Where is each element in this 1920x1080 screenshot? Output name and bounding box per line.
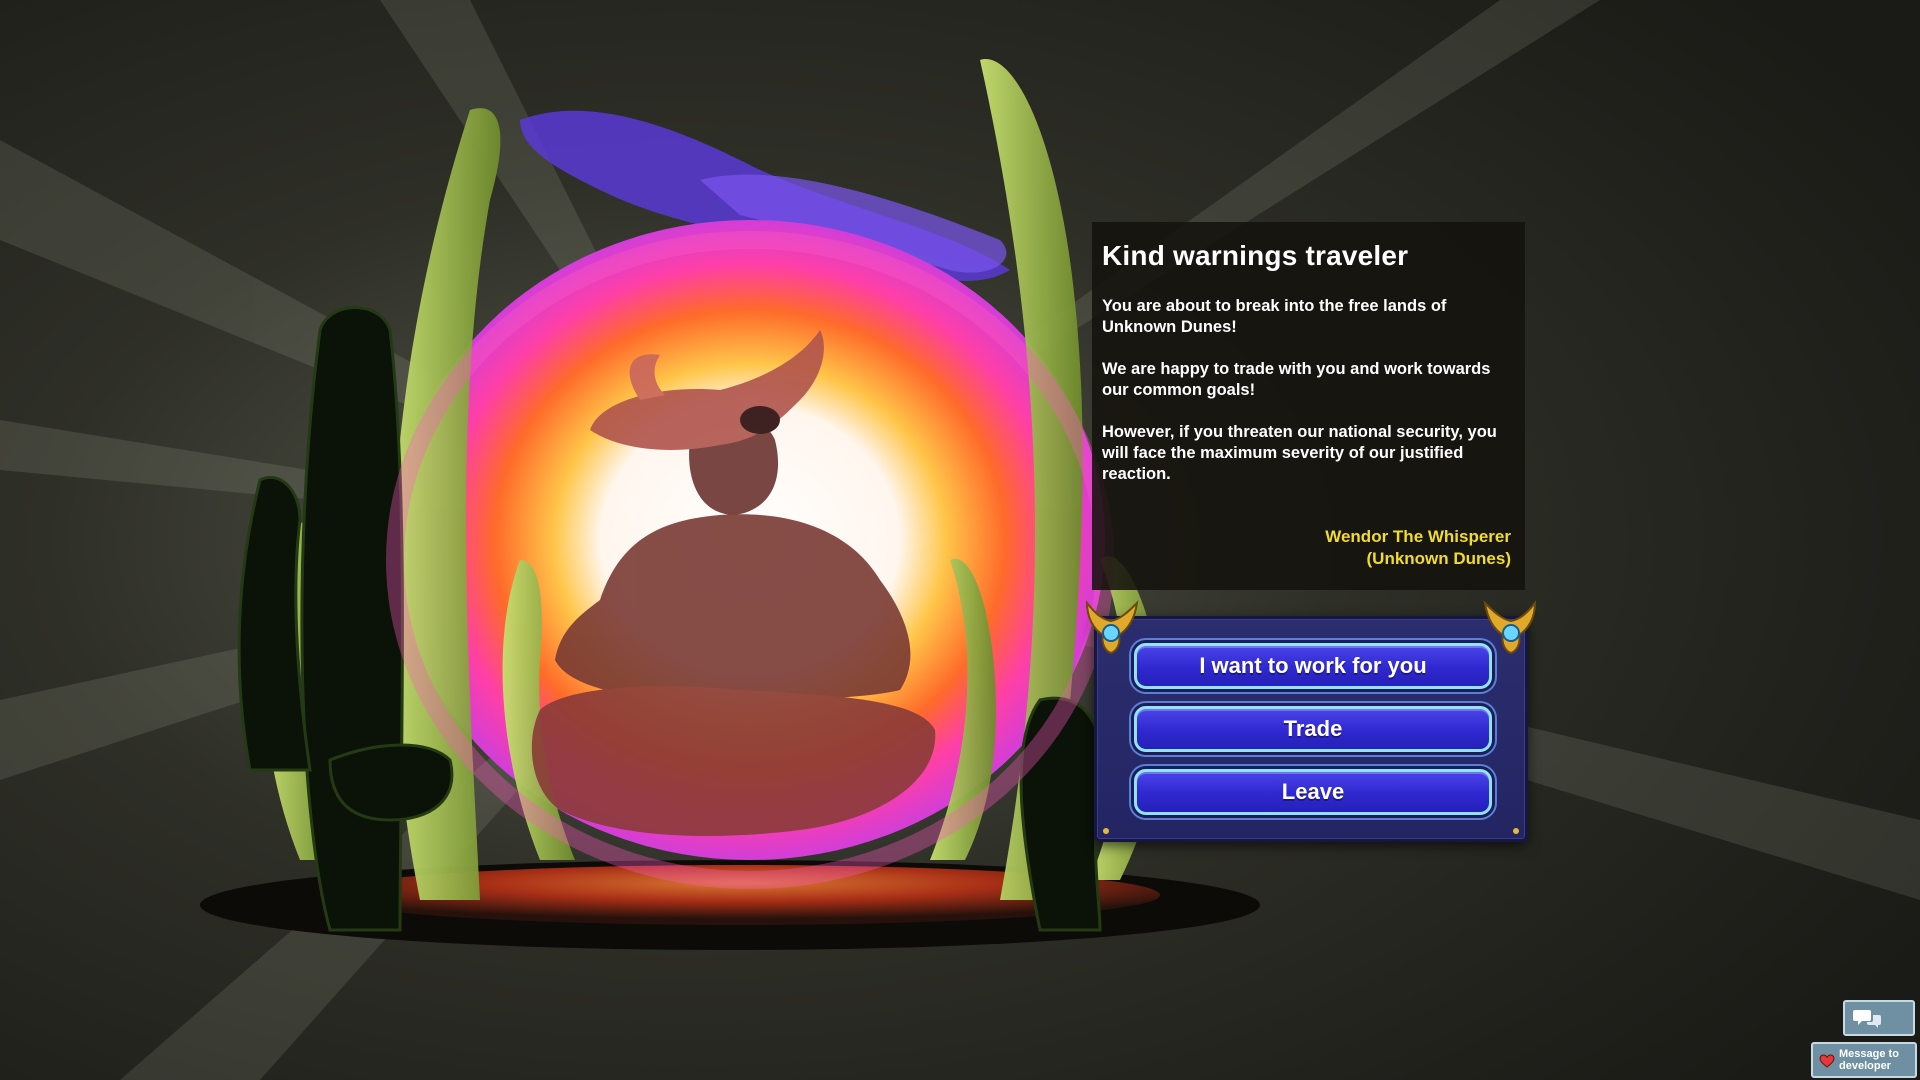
dialog-panel: Kind warnings traveler You are about to … xyxy=(1092,222,1525,590)
work-for-you-button[interactable]: I want to work for you xyxy=(1134,643,1492,689)
speaker-signature: Wendor The Whisperer (Unknown Dunes) xyxy=(1325,526,1511,570)
dialog-paragraph: We are happy to trade with you and work … xyxy=(1102,360,1491,399)
speaker-faction: (Unknown Dunes) xyxy=(1366,549,1512,568)
leave-button[interactable]: Leave xyxy=(1134,769,1492,815)
encounter-illustration xyxy=(0,0,1920,1080)
rivet xyxy=(1513,828,1519,834)
ornament-icon xyxy=(1483,600,1537,655)
message-to-developer-button[interactable]: Message to developer xyxy=(1811,1042,1917,1078)
dialog-paragraph: You are about to break into the free lan… xyxy=(1102,297,1447,336)
choice-panel: I want to work for you Trade Leave xyxy=(1085,600,1537,842)
chat-button[interactable] xyxy=(1843,1000,1915,1036)
trade-button[interactable]: Trade xyxy=(1134,706,1492,752)
ornament-icon xyxy=(1085,600,1139,655)
chat-bubbles-icon xyxy=(1853,1010,1881,1028)
speaker-name: Wendor The Whisperer xyxy=(1325,527,1511,546)
rivet xyxy=(1103,828,1109,834)
dialog-paragraph: However, if you threaten our national se… xyxy=(1102,423,1497,483)
dialog-title: Kind warnings traveler xyxy=(1102,240,1409,271)
heart-icon xyxy=(1819,1054,1835,1068)
message-to-developer-label: Message to developer xyxy=(1839,1048,1899,1072)
